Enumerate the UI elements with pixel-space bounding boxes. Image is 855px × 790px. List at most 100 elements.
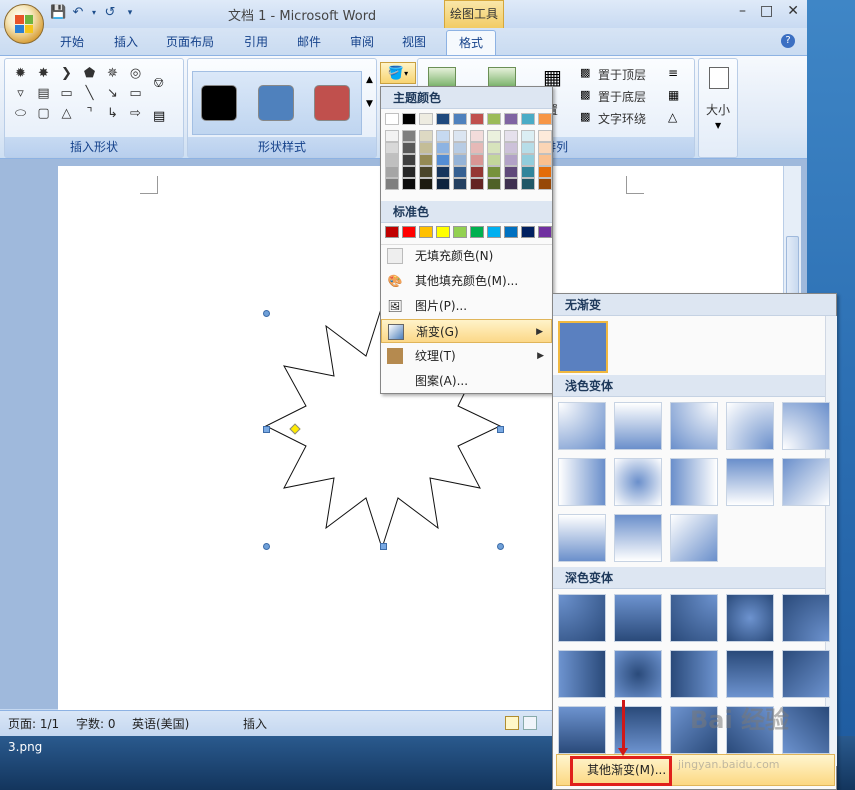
theme-color-swatch[interactable] [385,178,399,190]
theme-color-swatch[interactable] [436,154,450,166]
theme-color-swatch[interactable] [419,130,433,142]
resize-handle-br[interactable] [497,543,504,550]
theme-color-swatch[interactable] [487,154,501,166]
resize-handle-left[interactable] [263,426,270,433]
standard-color-swatch[interactable] [453,226,467,238]
style-swatch-black[interactable] [201,85,237,121]
dark-gradient-tile[interactable] [670,650,718,698]
no-fill-item[interactable]: 无填充颜色(N) [381,244,552,268]
word-count[interactable]: 字数: 0 [76,715,116,732]
rotate-icon[interactable]: △ [668,110,677,124]
customize-qat-icon[interactable]: ▾ [122,5,138,21]
theme-color-swatch[interactable] [538,154,552,166]
full-screen-icon[interactable] [523,716,537,730]
oval-shape-icon[interactable]: ⬭ [11,105,30,122]
dark-gradient-tile[interactable] [782,594,830,642]
help-icon[interactable]: ? [781,34,795,48]
theme-color-swatch[interactable] [453,130,467,142]
trapezoid-shape-icon[interactable]: ▿ [11,85,30,102]
theme-color-swatch[interactable] [470,142,484,154]
theme-color-swatch[interactable] [436,166,450,178]
page-count[interactable]: 页面: 1/1 [8,715,59,732]
theme-color-swatch[interactable] [453,154,467,166]
light-gradient-tile[interactable] [670,402,718,450]
gradient-fill-item[interactable]: 渐变(G) ▶ [381,319,552,343]
theme-color-swatch[interactable] [504,178,518,190]
tab-view[interactable]: 视图 [402,33,426,50]
pattern-fill-item[interactable]: 图案(A)... [381,369,552,393]
theme-color-swatch[interactable] [419,154,433,166]
theme-color-swatch[interactable] [470,113,484,125]
theme-color-swatch[interactable] [504,142,518,154]
theme-color-swatch[interactable] [487,178,501,190]
theme-color-swatch[interactable] [521,154,535,166]
gallery-scrollbar[interactable] [825,316,837,766]
theme-color-swatch[interactable] [538,130,552,142]
elbow-connector-shape-icon[interactable]: ⌝ [80,105,99,122]
theme-color-swatch[interactable] [521,166,535,178]
theme-color-swatch[interactable] [453,166,467,178]
theme-color-swatch[interactable] [487,166,501,178]
light-gradient-tile[interactable] [726,458,774,506]
donut-shape-icon[interactable]: ◎ [126,65,145,82]
redo-icon[interactable]: ↺ [102,5,118,21]
dark-gradient-tile[interactable] [726,650,774,698]
standard-color-swatch[interactable] [538,226,552,238]
more-fill-colors-item[interactable]: 🎨 其他填充颜色(M)... [381,269,552,293]
light-gradient-tile[interactable] [614,514,662,562]
theme-color-swatch[interactable] [487,142,501,154]
dark-gradient-tile[interactable] [558,594,606,642]
shape-fill-button[interactable]: 🪣 ▾ [380,62,416,84]
undo-icon[interactable]: ↶ [70,5,86,21]
dark-gradient-tile[interactable] [558,706,606,754]
theme-color-swatch[interactable] [453,142,467,154]
theme-color-swatch[interactable] [419,142,433,154]
standard-color-swatch[interactable] [402,226,416,238]
standard-color-swatch[interactable] [436,226,450,238]
theme-color-swatch[interactable] [538,166,552,178]
theme-color-swatch[interactable] [521,142,535,154]
right-arrow-shape-icon[interactable]: ⇨ [126,105,145,122]
star24-shape-icon[interactable]: ✵ [103,65,122,82]
print-layout-icon[interactable] [505,716,519,730]
theme-color-swatch[interactable] [436,113,450,125]
resize-handle-bottom[interactable] [380,543,387,550]
theme-color-swatch[interactable] [487,113,501,125]
align-icon[interactable]: ≡ [668,66,678,80]
theme-color-swatch[interactable] [385,154,399,166]
light-gradient-tile[interactable] [558,458,606,506]
arrow-line-shape-icon[interactable]: ↘ [103,85,122,102]
theme-color-swatch[interactable] [402,130,416,142]
standard-color-swatch[interactable] [487,226,501,238]
resize-handle-right[interactable] [497,426,504,433]
star8-shape-icon[interactable]: ✸ [34,65,53,82]
tab-mailings[interactable]: 邮件 [297,33,321,50]
theme-color-swatch[interactable] [385,142,399,154]
restore-icon[interactable]: □ [760,3,773,19]
theme-color-swatch[interactable] [402,113,416,125]
standard-color-swatch[interactable] [521,226,535,238]
dark-gradient-tile[interactable] [782,706,830,754]
chevron-shape-icon[interactable]: ❯ [57,65,76,82]
theme-color-swatch[interactable] [453,113,467,125]
style-swatch-red[interactable] [314,85,350,121]
dark-gradient-tile[interactable] [782,650,830,698]
no-gradient-tile[interactable] [558,321,608,373]
gallery-up-icon[interactable]: ▲ [366,75,373,85]
theme-color-swatch[interactable] [504,154,518,166]
light-gradient-tile[interactable] [614,402,662,450]
minimize-icon[interactable]: – [739,3,746,19]
dark-gradient-tile[interactable] [614,594,662,642]
save-icon[interactable]: 💾 [50,5,66,21]
theme-color-swatch[interactable] [402,166,416,178]
resize-handle-bl[interactable] [263,543,270,550]
theme-color-swatch[interactable] [419,178,433,190]
close-icon[interactable]: ✕ [787,3,799,19]
rectangle-shape-icon[interactable]: ▭ [126,85,145,102]
theme-color-swatch[interactable] [504,166,518,178]
theme-color-swatch[interactable] [521,130,535,142]
star16-shape-icon[interactable]: ✹ [11,65,30,82]
style-swatch-blue[interactable] [258,85,294,121]
tab-page-layout[interactable]: 页面布局 [166,33,214,50]
dark-gradient-tile[interactable] [670,594,718,642]
